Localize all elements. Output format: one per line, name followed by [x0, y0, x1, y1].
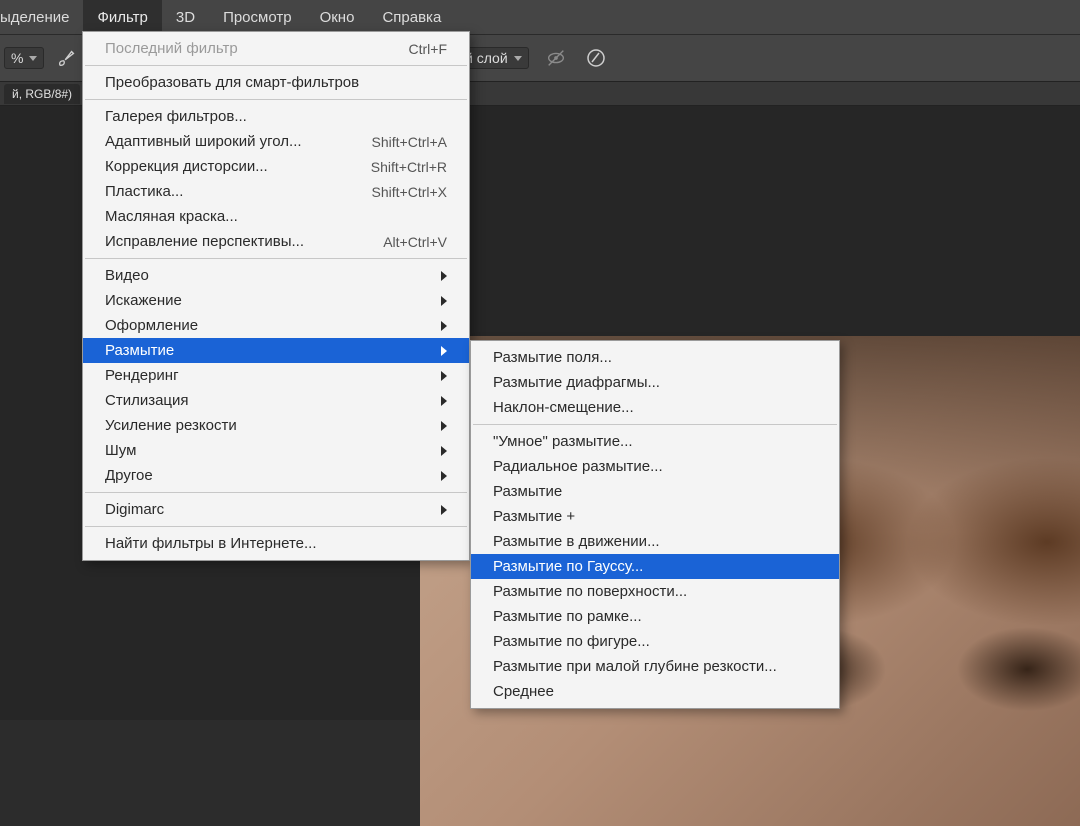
chevron-right-icon	[441, 271, 447, 281]
menu-item-blur[interactable]: Размытие	[83, 338, 469, 363]
chevron-down-icon	[514, 56, 522, 61]
menu-separator	[85, 526, 467, 527]
submenu-item-radial-blur[interactable]: Радиальное размытие...	[471, 454, 839, 479]
submenu-item-smart-blur[interactable]: "Умное" размытие...	[471, 429, 839, 454]
submenu-item-blur[interactable]: Размытие	[471, 479, 839, 504]
menu-item-distort[interactable]: Искажение	[83, 288, 469, 313]
blur-submenu: Размытие поля... Размытие диафрагмы... Н…	[470, 340, 840, 709]
submenu-item-field-blur[interactable]: Размытие поля...	[471, 345, 839, 370]
submenu-item-lens-blur[interactable]: Размытие при малой глубине резкости...	[471, 654, 839, 679]
chevron-right-icon	[441, 446, 447, 456]
menu-item-stylize[interactable]: Стилизация	[83, 388, 469, 413]
chevron-right-icon	[441, 396, 447, 406]
chevron-right-icon	[441, 421, 447, 431]
submenu-item-motion-blur[interactable]: Размытие в движении...	[471, 529, 839, 554]
chevron-right-icon	[441, 505, 447, 515]
submenu-item-surface-blur[interactable]: Размытие по поверхности...	[471, 579, 839, 604]
menu-item-lens-correction[interactable]: Коррекция дисторсии... Shift+Ctrl+R	[83, 154, 469, 179]
menu-item-sharpen[interactable]: Усиление резкости	[83, 413, 469, 438]
menu-separator	[85, 258, 467, 259]
menu-selection[interactable]: ыделение	[0, 0, 83, 34]
brush-icon[interactable]	[54, 45, 80, 71]
menu-window[interactable]: Окно	[306, 0, 369, 34]
menu-item-filter-gallery[interactable]: Галерея фильтров...	[83, 104, 469, 129]
menu-item-pixelate[interactable]: Оформление	[83, 313, 469, 338]
menu-separator	[85, 99, 467, 100]
filter-menu: Последний фильтр Ctrl+F Преобразовать дл…	[82, 31, 470, 561]
menu-item-convert-smart[interactable]: Преобразовать для смарт-фильтров	[83, 70, 469, 95]
zoom-percent-select[interactable]: %	[4, 47, 44, 69]
menu-separator	[85, 65, 467, 66]
menu-bar: ыделение Фильтр 3D Просмотр Окно Справка	[0, 0, 1080, 34]
submenu-item-average[interactable]: Среднее	[471, 679, 839, 704]
menu-item-liquify[interactable]: Пластика... Shift+Ctrl+X	[83, 179, 469, 204]
submenu-item-box-blur[interactable]: Размытие по рамке...	[471, 604, 839, 629]
menu-filter[interactable]: Фильтр	[83, 0, 161, 34]
percent-label: %	[11, 50, 23, 66]
document-tab[interactable]: й, RGB/8#)	[4, 84, 80, 104]
chevron-right-icon	[441, 296, 447, 306]
menu-item-last-filter[interactable]: Последний фильтр Ctrl+F	[83, 36, 469, 61]
menu-item-render[interactable]: Рендеринг	[83, 363, 469, 388]
chevron-right-icon	[441, 346, 447, 356]
eye-strike-icon[interactable]	[543, 45, 569, 71]
menu-item-other[interactable]: Другое	[83, 463, 469, 488]
menu-item-digimarc[interactable]: Digimarc	[83, 497, 469, 522]
submenu-item-iris-blur[interactable]: Размытие диафрагмы...	[471, 370, 839, 395]
menu-3d[interactable]: 3D	[162, 0, 209, 34]
menu-item-noise[interactable]: Шум	[83, 438, 469, 463]
submenu-item-blur-more[interactable]: Размытие +	[471, 504, 839, 529]
menu-view[interactable]: Просмотр	[209, 0, 306, 34]
menu-separator	[85, 492, 467, 493]
menu-item-video[interactable]: Видео	[83, 263, 469, 288]
menu-item-browse-online[interactable]: Найти фильтры в Интернете...	[83, 531, 469, 556]
menu-item-adaptive-wide[interactable]: Адаптивный широкий угол... Shift+Ctrl+A	[83, 129, 469, 154]
sample-layer-label: й слой	[465, 50, 508, 66]
menu-separator	[473, 424, 837, 425]
menu-item-oil-paint[interactable]: Масляная краска...	[83, 204, 469, 229]
submenu-item-shape-blur[interactable]: Размытие по фигуре...	[471, 629, 839, 654]
menu-help[interactable]: Справка	[368, 0, 455, 34]
submenu-item-gaussian-blur[interactable]: Размытие по Гауссу...	[471, 554, 839, 579]
chevron-right-icon	[441, 371, 447, 381]
chevron-right-icon	[441, 321, 447, 331]
chevron-right-icon	[441, 471, 447, 481]
pressure-icon[interactable]	[583, 45, 609, 71]
submenu-item-tilt-shift[interactable]: Наклон-смещение...	[471, 395, 839, 420]
menu-item-vanishing-point[interactable]: Исправление перспективы... Alt+Ctrl+V	[83, 229, 469, 254]
chevron-down-icon	[29, 56, 37, 61]
